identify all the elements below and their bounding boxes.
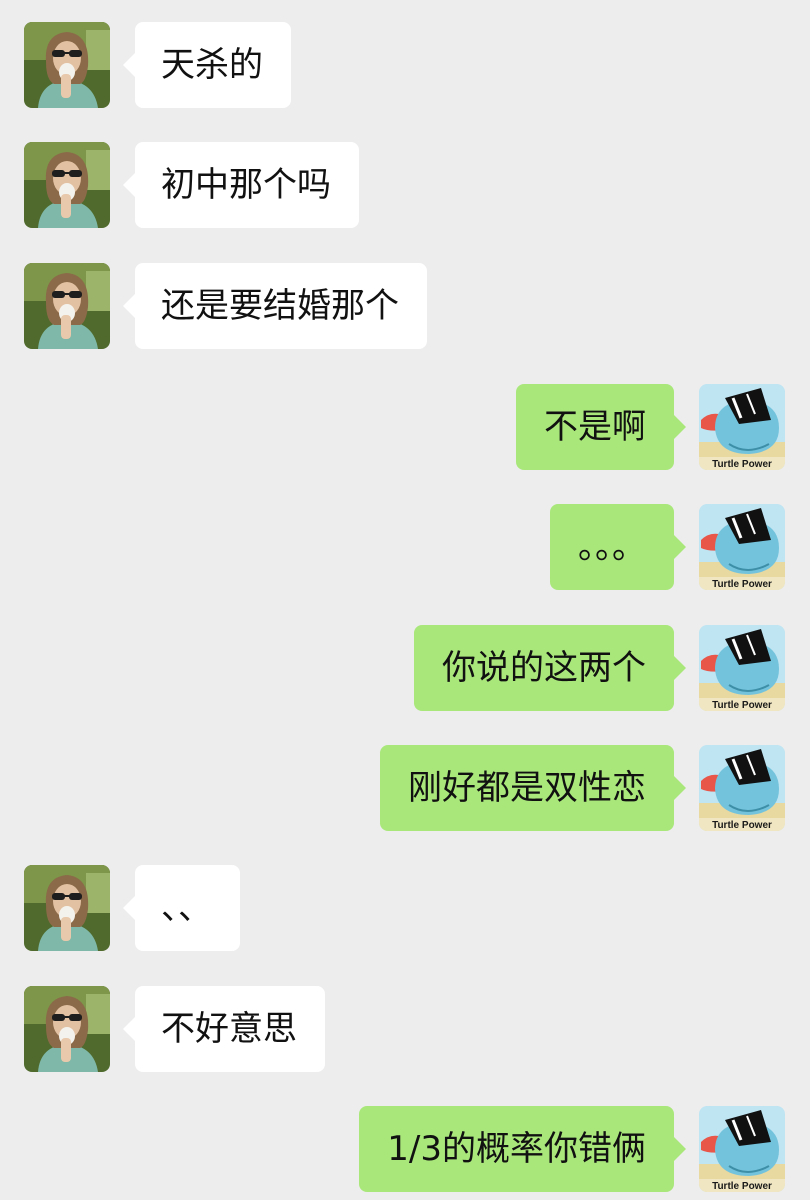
message-bubble[interactable]: 不好意思 (123, 986, 325, 1072)
avatar-caption: Turtle Power (712, 820, 772, 831)
self-avatar[interactable]: Turtle Power (699, 384, 785, 470)
contact-avatar[interactable] (24, 22, 110, 108)
message-bubble[interactable]: 你说的这两个 (414, 625, 686, 711)
message-row-incoming: 不好意思 (0, 986, 810, 1072)
contact-avatar[interactable] (24, 142, 110, 228)
message-bubble[interactable]: 刚好都是双性恋 (380, 745, 686, 831)
avatar-caption: Turtle Power (712, 700, 772, 711)
avatar-caption: Turtle Power (712, 459, 772, 470)
message-row-outgoing: 刚好都是双性恋 Turtle Power (0, 745, 810, 831)
message-row-incoming: 、、 (0, 865, 810, 951)
avatar-caption: Turtle Power (712, 1181, 772, 1192)
turtle-with-sunglasses-icon: Turtle Power (699, 384, 785, 470)
message-row-outgoing: 你说的这两个 Turtle Power (0, 625, 810, 711)
self-avatar[interactable]: Turtle Power (699, 504, 785, 590)
message-bubble[interactable]: 1/3的概率你错俩 (359, 1106, 686, 1192)
contact-avatar[interactable] (24, 263, 110, 349)
person-with-sunglasses-photo-icon (24, 142, 110, 228)
message-row-outgoing: 。。。 Turtle Power (0, 504, 810, 590)
message-row-outgoing: 不是啊 Turtle Power (0, 384, 810, 470)
turtle-with-sunglasses-icon: Turtle Power (699, 1106, 785, 1192)
message-row-incoming: 初中那个吗 (0, 142, 810, 228)
message-bubble[interactable]: 天杀的 (123, 22, 291, 108)
self-avatar[interactable]: Turtle Power (699, 1106, 785, 1192)
avatar-caption: Turtle Power (712, 579, 772, 590)
person-with-sunglasses-photo-icon (24, 865, 110, 951)
turtle-with-sunglasses-icon: Turtle Power (699, 745, 785, 831)
message-row-incoming: 天杀的 (0, 22, 810, 108)
person-with-sunglasses-photo-icon (24, 986, 110, 1072)
turtle-with-sunglasses-icon: Turtle Power (699, 625, 785, 711)
message-bubble[interactable]: 初中那个吗 (123, 142, 359, 228)
message-bubble[interactable]: 不是啊 (516, 384, 686, 470)
person-with-sunglasses-photo-icon (24, 22, 110, 108)
message-row-outgoing: 1/3的概率你错俩 Turtle Power (0, 1106, 810, 1192)
contact-avatar[interactable] (24, 986, 110, 1072)
chat-message-list: 天杀的 初中那个吗 还是要结婚那个 不是啊 Turtle Power 。。。 T… (0, 0, 810, 1200)
self-avatar[interactable]: Turtle Power (699, 625, 785, 711)
turtle-with-sunglasses-icon: Turtle Power (699, 504, 785, 590)
message-row-incoming: 还是要结婚那个 (0, 263, 810, 349)
person-with-sunglasses-photo-icon (24, 263, 110, 349)
message-bubble[interactable]: 、、 (123, 865, 240, 951)
message-bubble[interactable]: 。。。 (550, 504, 686, 590)
message-bubble[interactable]: 还是要结婚那个 (123, 263, 427, 349)
self-avatar[interactable]: Turtle Power (699, 745, 785, 831)
contact-avatar[interactable] (24, 865, 110, 951)
